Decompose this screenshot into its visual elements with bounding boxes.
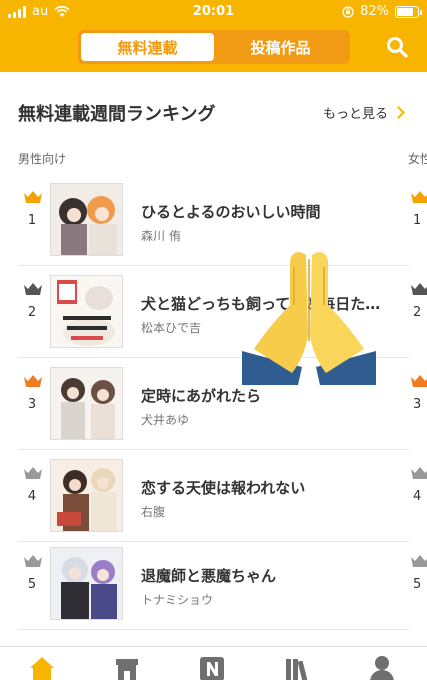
status-bar: au 20:01 82% (0, 0, 427, 24)
ranking-row[interactable]: 5 退魔師と悪魔ちゃん トナミショウ 5 (0, 547, 427, 639)
tab-posted-works[interactable]: 投稿作品 (214, 33, 347, 61)
comic-author: 森川 侑 (141, 229, 181, 243)
see-more-label: もっと見る (322, 107, 388, 122)
folded-hands-icon (242, 252, 376, 385)
rank-number: 3 (27, 397, 37, 412)
comic-author: トナミショウ (141, 593, 214, 607)
next-category-label[interactable]: 女性 (408, 150, 427, 167)
row-divider (18, 541, 409, 542)
content-type-switch: 無料連載 投稿作品 (78, 30, 350, 64)
crown-icon (411, 283, 427, 295)
tab-free-serial[interactable]: 無料連載 (81, 33, 214, 61)
rank-number: 4 (413, 489, 422, 504)
comic-thumbnail[interactable] (50, 547, 123, 620)
rank-number: 2 (413, 305, 422, 320)
library-icon[interactable] (284, 655, 310, 680)
ranking-section-title: 無料連載週間ランキング (18, 104, 216, 125)
ranking-row[interactable]: 4 恋する天使は報われない 右腹 4 (0, 459, 427, 551)
crown-icon (24, 375, 42, 387)
search-icon[interactable] (385, 35, 409, 59)
row-divider (18, 449, 409, 450)
status-right: 82% (342, 4, 422, 19)
crown-icon (24, 191, 42, 203)
battery-icon (395, 5, 422, 18)
rank-number: 5 (27, 577, 37, 592)
home-icon[interactable] (29, 655, 55, 680)
comic-thumbnail[interactable] (50, 459, 123, 532)
category-label: 男性向け (18, 152, 67, 166)
crown-icon (411, 375, 427, 387)
crown-icon (24, 555, 42, 567)
user-icon[interactable] (369, 655, 395, 680)
rank-number: 1 (413, 213, 422, 228)
see-more-link[interactable]: もっと見る (322, 103, 405, 122)
crown-icon (24, 283, 42, 295)
chevron-right-icon (392, 106, 405, 119)
crown-icon (24, 467, 42, 479)
comic-title: 退魔師と悪魔ちゃん (141, 567, 277, 585)
rank-number: 3 (413, 397, 422, 412)
comic-thumbnail[interactable] (50, 183, 123, 256)
comic-thumbnail[interactable] (50, 367, 123, 440)
comic-thumbnail[interactable] (50, 275, 123, 348)
rank-number: 4 (27, 489, 37, 504)
crown-icon (411, 467, 427, 479)
rank-number: 1 (27, 213, 37, 228)
row-divider (18, 629, 409, 630)
crown-icon (411, 555, 427, 567)
comic-title: 恋する天使は報われない (141, 479, 306, 497)
comic-author: 松本ひで吉 (141, 321, 202, 335)
battery-percent: 82% (360, 4, 389, 19)
rank-number: 5 (413, 577, 422, 592)
n-icon[interactable] (199, 655, 225, 680)
orientation-lock-icon (342, 5, 354, 18)
store-icon[interactable] (114, 655, 140, 680)
comic-author: 右腹 (141, 505, 166, 519)
rank-number: 2 (27, 305, 37, 320)
bottom-nav (0, 646, 427, 680)
comic-author: 犬井あゆ (141, 413, 190, 427)
app-header: 無料連載 投稿作品 (0, 24, 427, 72)
crown-icon (411, 191, 427, 203)
comic-title: 定時にあがれたら (141, 387, 262, 405)
comic-title: ひるとよるのおいしい時間 (141, 203, 321, 221)
